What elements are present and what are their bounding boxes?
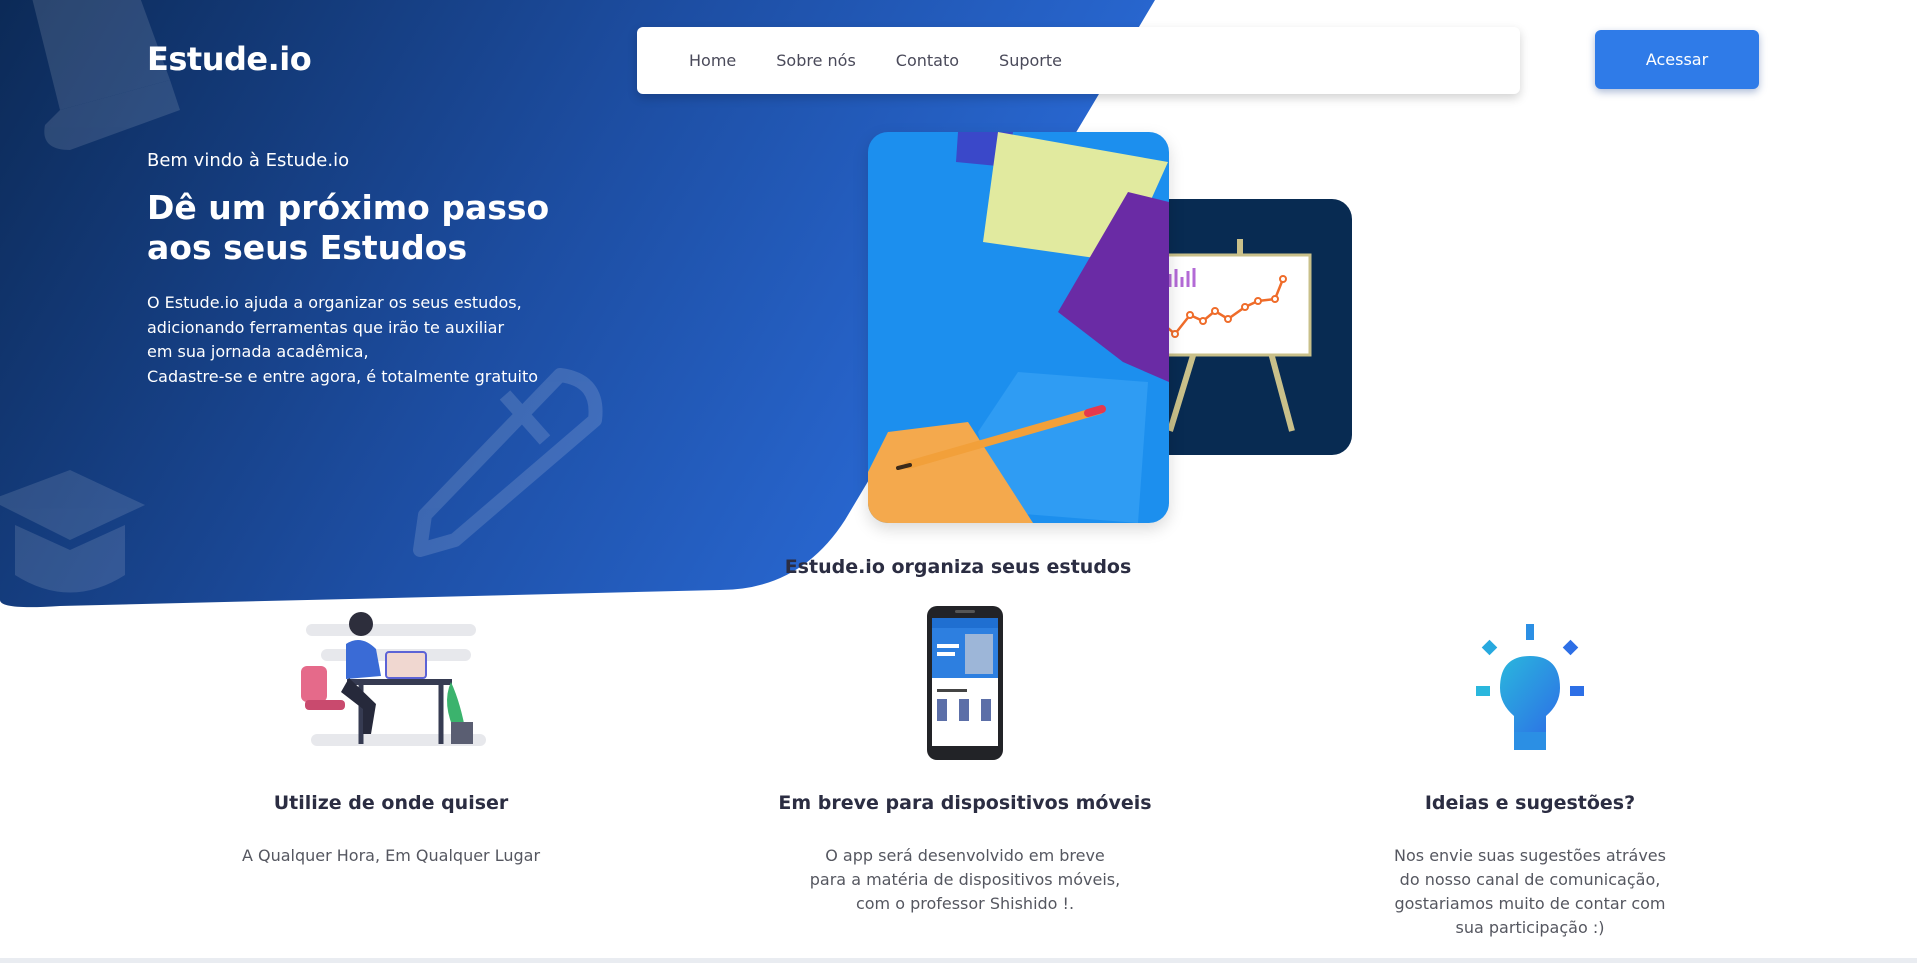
hero-description: O Estude.io ajuda a organizar os seus es… — [147, 291, 577, 389]
main-navbar: Home Sobre nós Contato Suporte — [637, 27, 1520, 94]
page-bottom-divider — [0, 958, 1917, 963]
hero-headline-line: Dê um próximo passo — [147, 188, 550, 227]
feature-title: Utilize de onde quiser — [273, 792, 509, 814]
graduation-cap-icon — [0, 470, 145, 593]
nav-home[interactable]: Home — [689, 51, 736, 70]
nav-support[interactable]: Suporte — [999, 51, 1062, 70]
feature-text-line: Nos envie suas sugestões atráves — [1394, 846, 1666, 865]
feature-text-line: do nosso canal de comunicação, — [1399, 870, 1661, 889]
hero-description-line: em sua jornada acadêmica, — [147, 342, 369, 361]
hero-headline-line: aos seus Estudos — [147, 228, 468, 267]
feature-card: Em breve para dispositivos móveis O app … — [755, 604, 1175, 913]
nav-about[interactable]: Sobre nós — [776, 51, 856, 70]
pencil-icon — [413, 368, 603, 557]
hero-description-line: adicionando ferramentas que irão te auxi… — [147, 317, 505, 337]
person-at-desk-icon — [291, 604, 491, 764]
feature-text: Nos envie suas sugestões atráves do noss… — [1320, 844, 1740, 940]
easel-chart-image — [1148, 239, 1312, 432]
feature-text-line: sua participação :) — [1455, 918, 1605, 937]
access-button[interactable]: Acessar — [1595, 30, 1759, 89]
mobile-phone-icon — [925, 604, 1005, 764]
feature-text-line: com o professor Shishido !. — [855, 894, 1075, 913]
sticky-notes-image — [868, 132, 1169, 523]
hero-headline: Dê um próximo passo aos seus Estudos — [147, 188, 567, 268]
feature-title: Em breve para dispositivos móveis — [778, 792, 1152, 814]
hero-welcome: Bem vindo à Estude.io — [147, 150, 350, 171]
section-title: Estude.io organiza seus estudos — [784, 556, 1132, 578]
nav-contact[interactable]: Contato — [896, 51, 959, 70]
lightbulb-icon — [1470, 604, 1590, 764]
feature-text-line: A Qualquer Hora, Em Qualquer Lugar — [241, 846, 541, 865]
hero-description-line: O Estude.io ajuda a organizar os seus es… — [147, 293, 522, 312]
study-photo-card — [868, 132, 1169, 523]
feature-card: Utilize de onde quiser A Qualquer Hora, … — [181, 604, 601, 865]
feature-title: Ideias e sugestões? — [1424, 792, 1636, 814]
feature-text: A Qualquer Hora, Em Qualquer Lugar — [181, 844, 601, 868]
feature-text: O app será desenvolvido em breve para a … — [755, 844, 1175, 916]
feature-card: Ideias e sugestões? Nos envie suas suges… — [1320, 604, 1740, 937]
feature-text-line: gostariamos muito de contar com — [1394, 894, 1666, 913]
feature-text-line: O app será desenvolvido em breve — [825, 846, 1105, 865]
feature-text-line: para a matéria de dispositivos móveis, — [809, 870, 1121, 889]
chart-easel-card — [1140, 199, 1352, 455]
hero-description-line: Cadastre-se e entre agora, é totalmente … — [147, 366, 539, 386]
brand-logo[interactable]: Estude.io — [147, 40, 312, 78]
